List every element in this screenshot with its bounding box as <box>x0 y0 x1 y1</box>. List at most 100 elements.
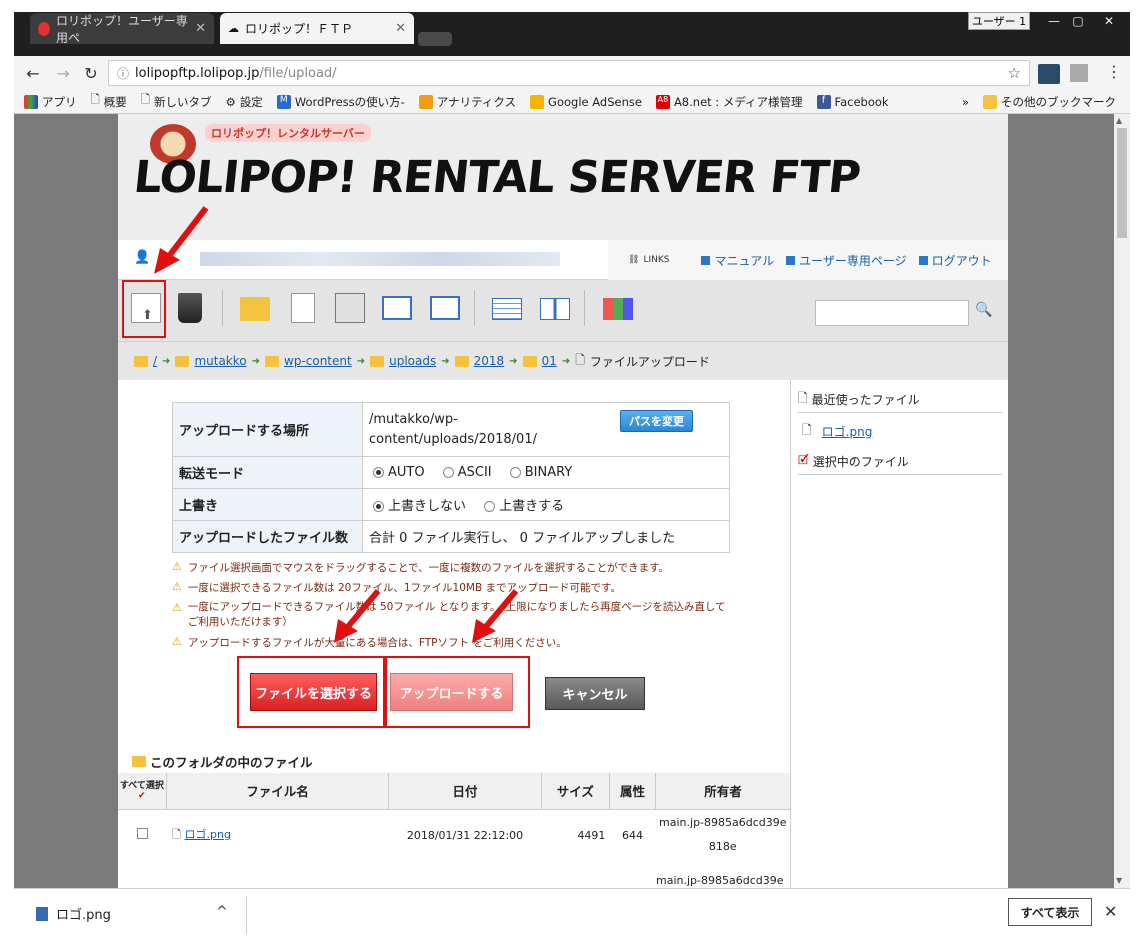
a8-logo-icon: A8 <box>655 94 670 109</box>
file-size: 4491 <box>577 828 606 842</box>
divider <box>798 412 1002 413</box>
window-close-icon[interactable]: ✕ <box>1094 12 1124 30</box>
scroll-up-icon[interactable]: ▲ <box>1116 116 1122 125</box>
maximize-icon[interactable]: ▢ <box>1064 12 1092 30</box>
annotation-arrow <box>472 589 519 643</box>
new-tab-button[interactable] <box>418 32 452 46</box>
bookmark-wordpress[interactable]: M WordPressの使い方- <box>276 94 405 110</box>
site-logo[interactable]: LOLIPOP! RENTAL SERVER FTP <box>131 152 862 203</box>
link-chain-icon: ⛓ <box>628 255 640 265</box>
header-links: ⛓ LINKS マニュアル ユーザー専用ページ ログアウト <box>608 240 1008 280</box>
tab-user-page[interactable]: ロリポップ！ユーザー専用ペ ✕ <box>30 13 214 45</box>
info-icon[interactable]: ⓘ <box>117 65 129 82</box>
new-file-icon[interactable] <box>291 293 315 323</box>
folder-icon <box>454 355 469 367</box>
column-date[interactable]: 日付 <box>388 773 542 810</box>
overwrite-radio[interactable]: 上書きする <box>484 499 564 514</box>
search-input[interactable] <box>815 300 969 326</box>
folder-icon <box>370 355 385 367</box>
mode-auto-radio[interactable]: AUTO <box>373 465 425 480</box>
check-icon: ✔ <box>138 790 146 801</box>
upload-settings-table: アップロードする場所 /mutakko/wp-content/uploads/2… <box>172 402 730 553</box>
gear-icon: ⚙ <box>225 94 236 109</box>
split-view-icon[interactable] <box>540 298 570 320</box>
column-owner[interactable]: 所有者 <box>655 773 790 810</box>
mode-binary-radio[interactable]: BINARY <box>509 465 572 480</box>
close-icon[interactable]: ✕ <box>195 21 206 36</box>
new-folder-icon[interactable] <box>240 297 270 321</box>
breadcrumb-2018[interactable]: 2018 <box>474 354 505 368</box>
ftp-favicon-icon: ☁ <box>228 22 239 35</box>
lolipop-favicon-icon <box>38 21 50 36</box>
bookmark-facebook[interactable]: f Facebook <box>816 94 889 109</box>
bookmark-analytics[interactable]: アナリティクス <box>418 94 516 110</box>
bookmark-star-icon[interactable]: ☆ <box>1008 64 1021 82</box>
bookmark-settings[interactable]: ⚙ 設定 <box>226 94 263 110</box>
file-date: 2018/01/31 22:12:00 <box>406 828 524 842</box>
user-page-link[interactable]: ユーザー専用ページ <box>786 252 907 269</box>
change-path-button[interactable]: パスを変更 <box>620 409 693 432</box>
thumbnail-view-icon[interactable] <box>603 298 633 320</box>
column-filename[interactable]: ファイル名 <box>166 773 390 810</box>
download-item[interactable]: ロゴ.png <box>36 904 111 923</box>
other-bookmarks[interactable]: その他のブックマーク <box>983 94 1116 110</box>
recent-files-title: 🗋 最近使ったファイル <box>798 389 920 410</box>
upload-page-icon: 🗋 <box>575 352 585 367</box>
bookmarks-overflow[interactable]: » <box>962 95 969 109</box>
chevron-up-icon[interactable]: ^ <box>216 904 228 920</box>
extension-icon[interactable] <box>1038 64 1060 84</box>
breadcrumb-uploads[interactable]: uploads <box>389 354 436 368</box>
breadcrumb-root[interactable]: / <box>153 354 157 368</box>
copy-icon[interactable] <box>335 293 365 323</box>
bookmark-adsense[interactable]: Google AdSense <box>530 94 642 109</box>
row-checkbox[interactable] <box>118 809 166 861</box>
logo-subtitle: ロリポップ！レンタルサーバー <box>205 124 371 142</box>
move-icon[interactable] <box>382 296 412 320</box>
recent-file-item[interactable]: 🗋 ロゴ.png <box>802 421 872 442</box>
bookmark-apps[interactable]: アプリ <box>24 94 77 110</box>
mode-ascii-radio[interactable]: ASCII <box>442 465 492 480</box>
tab-ftp[interactable]: ☁ ロリポップ！ＦＴＰ ✕ <box>220 13 414 44</box>
profile-badge[interactable]: ユーザー 1 <box>968 12 1030 30</box>
address-bar[interactable]: ⓘ lolipopftp.lolipop.jp /file/upload/ ☆ <box>108 60 1030 86</box>
logout-link[interactable]: ログアウト <box>918 252 992 269</box>
extension-icon[interactable] <box>1070 64 1088 82</box>
url-path: /file/upload/ <box>259 65 337 81</box>
breadcrumb-wp-content[interactable]: wp-content <box>284 354 352 368</box>
toolbar-divider <box>584 290 585 326</box>
reload-icon[interactable]: ↻ <box>80 64 102 83</box>
search-icon[interactable]: 🔍 <box>975 302 992 318</box>
bookmark-new-tab[interactable]: 🗋 新しいタブ <box>141 92 212 111</box>
download-bar <box>14 888 1130 940</box>
divider <box>798 474 1002 475</box>
note-item: ⚠ 一度に選択できるファイル数は 20ファイル、1ファイル10MB までアップロー… <box>172 580 621 594</box>
column-size[interactable]: サイズ <box>541 773 610 810</box>
bookmark-a8[interactable]: A8 A8.net : メディア様管理 <box>655 94 803 110</box>
count-value: 合計 0 ファイル実行し、 0 ファイルアップしました <box>362 520 730 553</box>
file-name-cell[interactable]: 🗋 ロゴ.png <box>166 809 389 861</box>
permission-icon[interactable] <box>430 296 460 320</box>
no-overwrite-radio[interactable]: 上書きしない <box>373 499 466 514</box>
list-view-icon[interactable] <box>492 298 522 320</box>
bookmark-overview[interactable]: 🗋 概要 <box>91 92 127 111</box>
column-attr[interactable]: 属性 <box>609 773 657 810</box>
back-arrow-icon[interactable]: ← <box>22 64 44 83</box>
show-all-button[interactable]: すべて表示 <box>1008 898 1092 926</box>
menu-icon[interactable]: ⋮ <box>1106 62 1122 81</box>
annotation-arrow <box>334 589 381 643</box>
select-all-header[interactable]: すべて選択 ✔ <box>118 773 167 810</box>
cancel-button[interactable]: キャンセル <box>545 677 645 710</box>
forward-arrow-icon[interactable]: → <box>52 64 74 83</box>
image-file-icon <box>36 906 48 921</box>
annotation-box <box>385 656 530 728</box>
breadcrumb-mutakko[interactable]: mutakko <box>194 354 246 368</box>
breadcrumb-01[interactable]: 01 <box>542 354 557 368</box>
trash-icon[interactable] <box>178 293 202 323</box>
manual-link[interactable]: マニュアル <box>701 252 774 269</box>
location-label: アップロードする場所 <box>172 402 363 457</box>
close-icon[interactable]: ✕ <box>1104 902 1117 921</box>
folder-files-heading: このフォルダの中のファイル <box>132 752 313 771</box>
scroll-down-icon[interactable]: ▼ <box>1116 876 1122 885</box>
close-icon[interactable]: ✕ <box>395 21 406 36</box>
scrollbar-thumb[interactable] <box>1117 128 1127 238</box>
